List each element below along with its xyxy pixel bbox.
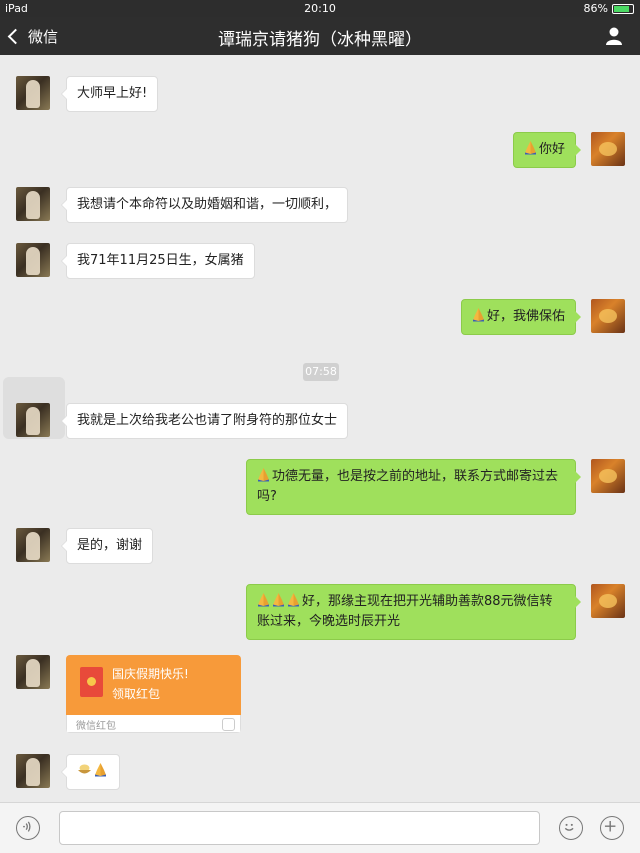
battery-icon	[612, 3, 634, 14]
red-packet-action: 领取红包	[112, 687, 161, 701]
message-text: 我71年11月25日生，女属猪	[77, 253, 244, 268]
offering-bowl-icon	[78, 764, 91, 774]
my-avatar[interactable]	[591, 584, 625, 618]
person-icon[interactable]	[604, 26, 624, 46]
contact-avatar[interactable]	[16, 655, 50, 689]
input-bar	[0, 802, 640, 853]
red-packet-footer: 微信红包	[66, 715, 241, 733]
my-avatar[interactable]	[591, 459, 625, 493]
red-packet-greeting: 国庆假期快乐!	[112, 667, 189, 681]
incoming-message[interactable]: 是的，谢谢	[60, 528, 154, 564]
outgoing-message[interactable]: 你好	[512, 132, 582, 168]
my-avatar[interactable]	[591, 299, 625, 333]
red-envelope-icon	[80, 667, 103, 697]
message-text: 我就是上次给我老公也请了附身符的那位女士	[77, 413, 338, 428]
voice-icon	[23, 821, 31, 832]
message-text: 是的，谢谢	[77, 538, 143, 553]
red-packet-footer-label: 微信红包	[76, 721, 116, 732]
message-text: 我想请个本命符以及助婚姻和谐，一切顺利，	[77, 197, 338, 212]
voice-button[interactable]	[16, 816, 40, 840]
red-packet-message[interactable]: 国庆假期快乐! 领取红包微信红包	[66, 655, 241, 733]
red-packet-logo-icon	[222, 718, 235, 731]
nav-bar: 微信 谭瑞京请猪狗（冰种黑曜）	[0, 17, 640, 55]
pray-hands-icon	[288, 593, 299, 607]
chat-area[interactable]: 07:58 大师早上好! 你好我想请个本命符以及助婚姻和谐，一切顺利， 我71年11…	[0, 55, 640, 802]
outgoing-message[interactable]: 好，那缘主现在把开光辅助善款88元微信转账过来，今晚选时辰开光	[246, 584, 581, 640]
pray-hands-icon	[95, 763, 106, 777]
contact-avatar[interactable]	[16, 76, 50, 110]
message-text: 功德无量，也是按之前的地址，联系方式邮寄过去吗?	[257, 469, 559, 504]
incoming-message[interactable]: 我就是上次给我老公也请了附身符的那位女士	[60, 403, 349, 439]
plus-button[interactable]	[600, 816, 624, 840]
battery-percent: 86%	[583, 2, 608, 15]
incoming-message[interactable]: 大师早上好!	[60, 76, 159, 112]
status-bar: iPad 20:10 86%	[0, 0, 640, 17]
message-text: 大师早上好!	[77, 86, 148, 101]
contact-avatar[interactable]	[16, 403, 50, 437]
battery-indicator: 86%	[584, 2, 634, 15]
pray-hands-icon	[258, 593, 269, 607]
incoming-message[interactable]: 我想请个本命符以及助婚姻和谐，一切顺利，	[60, 187, 349, 223]
message-timestamp: 07:58	[303, 363, 339, 381]
message-input[interactable]	[59, 811, 540, 845]
contact-avatar[interactable]	[16, 528, 50, 562]
message-text: 好，我佛保佑	[486, 309, 565, 324]
status-time: 20:10	[304, 2, 336, 15]
message-text: 好，那缘主现在把开光辅助善款88元微信转账过来，今晚选时辰开光	[257, 594, 553, 629]
red-packet-body: 国庆假期快乐! 领取红包	[66, 655, 241, 715]
contact-avatar[interactable]	[16, 243, 50, 277]
emoji-smile-icon	[564, 823, 574, 831]
outgoing-message[interactable]: 功德无量，也是按之前的地址，联系方式邮寄过去吗?	[246, 459, 581, 515]
outgoing-message[interactable]: 好，我佛保佑	[460, 299, 582, 335]
pray-hands-icon	[258, 468, 269, 482]
pray-hands-icon	[472, 308, 484, 322]
incoming-message[interactable]	[61, 754, 120, 790]
incoming-message[interactable]: 我71年11月25日生，女属猪	[61, 243, 255, 279]
message-text: 你好	[538, 142, 565, 157]
emoji-button[interactable]	[559, 816, 583, 840]
pray-hands-icon	[273, 593, 284, 607]
pray-hands-icon	[524, 141, 536, 155]
contact-avatar[interactable]	[16, 187, 50, 221]
plus-icon	[604, 820, 616, 832]
chat-title: 谭瑞京请猪狗（冰种黑曜）	[218, 30, 422, 50]
contact-avatar[interactable]	[16, 754, 50, 788]
my-avatar[interactable]	[591, 132, 625, 166]
